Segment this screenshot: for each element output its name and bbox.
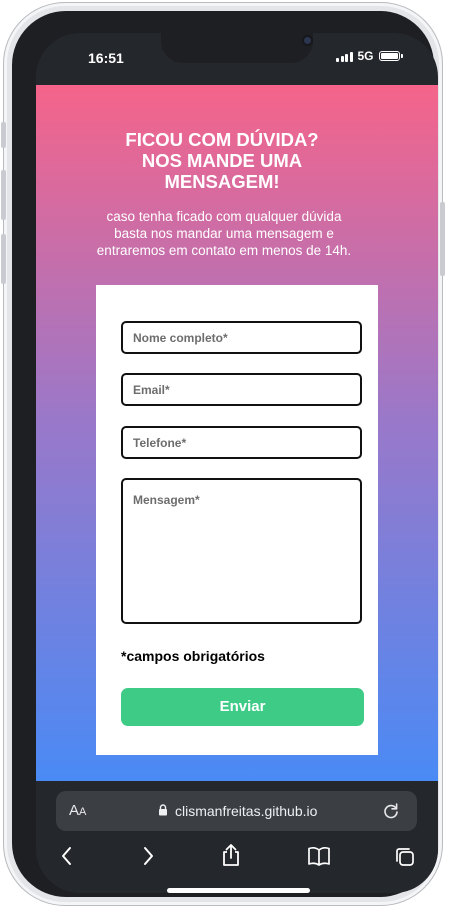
signal-icon (336, 51, 353, 62)
bookmarks-icon[interactable] (307, 846, 331, 866)
browser-toolbar: AA clismanfreitas.github.io (36, 781, 438, 893)
power-button (440, 202, 445, 276)
required-fields-note: *campos obrigatórios (121, 648, 265, 664)
reload-icon[interactable] (382, 801, 400, 821)
url-text[interactable]: clismanfreitas.github.io (175, 803, 317, 819)
forward-icon[interactable] (141, 846, 155, 866)
front-camera (304, 37, 311, 44)
name-placeholder: Nome completo* (133, 331, 228, 345)
message-textarea[interactable]: Mensagem* (121, 478, 362, 624)
phone-bezel: 16:51 5G FICOU COM DÚVIDA? NOS MANDE UMA… (12, 11, 438, 897)
page-subtitle: caso tenha ficado com qualquer dúvida ba… (96, 209, 352, 258)
submit-button[interactable]: Enviar (121, 688, 364, 726)
contact-section: FICOU COM DÚVIDA? NOS MANDE UMA MENSAGEM… (36, 85, 438, 781)
notch (161, 33, 313, 63)
status-indicators: 5G (336, 49, 403, 63)
address-bar[interactable]: AA clismanfreitas.github.io (56, 791, 417, 831)
share-icon[interactable] (221, 843, 241, 867)
volume-down-button (1, 234, 6, 284)
phone-field[interactable]: Telefone* (121, 426, 362, 459)
lock-icon (159, 804, 167, 816)
phone-placeholder: Telefone* (133, 436, 187, 450)
network-label: 5G (357, 49, 374, 63)
silent-switch (1, 122, 6, 148)
home-indicator[interactable] (167, 888, 310, 893)
email-field[interactable]: Email* (121, 373, 362, 406)
back-icon[interactable] (60, 846, 74, 866)
text-size-icon[interactable]: AA (69, 802, 86, 819)
tabs-icon[interactable] (394, 846, 416, 868)
email-placeholder: Email* (133, 383, 170, 397)
status-time: 16:51 (88, 50, 124, 66)
name-field[interactable]: Nome completo* (121, 321, 362, 354)
volume-up-button (1, 170, 6, 220)
message-placeholder: Mensagem* (133, 493, 200, 507)
page-title: FICOU COM DÚVIDA? NOS MANDE UMA MENSAGEM… (125, 129, 319, 192)
phone-frame: 16:51 5G FICOU COM DÚVIDA? NOS MANDE UMA… (1, 2, 445, 906)
battery-icon (378, 51, 403, 61)
contact-form: Nome completo* Email* Telefone* Mensagem… (96, 285, 378, 755)
screen: 16:51 5G FICOU COM DÚVIDA? NOS MANDE UMA… (36, 33, 438, 893)
